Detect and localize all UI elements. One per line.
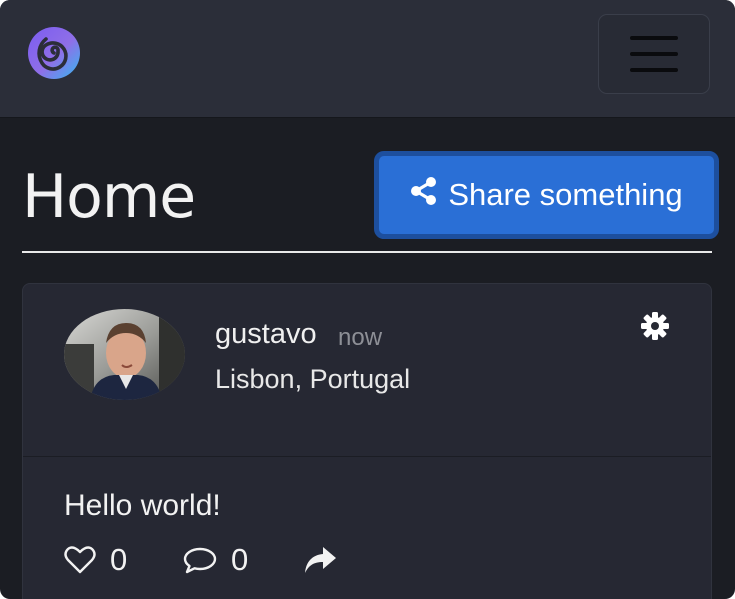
comment-count: 0 [231,542,249,577]
page-title: Home [22,162,196,232]
gear-icon[interactable] [640,311,670,341]
post-time: now [338,324,383,351]
avatar[interactable] [64,309,185,400]
comment-button[interactable]: 0 [183,542,248,578]
navbar [0,0,735,118]
heart-outline-icon [64,545,96,575]
title-divider [22,251,712,253]
share-nodes-icon [410,176,438,214]
hamburger-menu-button[interactable] [598,14,710,94]
like-count: 0 [110,542,128,577]
share-something-button[interactable]: Share something [374,151,719,239]
post-text: Hello world! [64,489,221,522]
hamburger-menu-icon [630,52,678,56]
share-post-button[interactable] [303,542,337,578]
like-button[interactable]: 0 [64,542,127,578]
post-card: gustavo now Lisbon, Portugal Hello world… [22,283,712,599]
speech-bubble-icon [183,545,217,575]
hamburger-menu-icon [630,68,678,72]
card-divider [23,456,711,457]
spiral-logo[interactable] [26,25,82,81]
hamburger-menu-icon [630,36,678,40]
post-author[interactable]: gustavo [215,318,317,351]
post-location: Lisbon, Portugal [215,364,411,394]
share-something-label: Share something [448,177,683,212]
share-arrow-icon [303,545,337,575]
app-window: Home Share something gustavo now Lisbon,… [0,0,735,599]
